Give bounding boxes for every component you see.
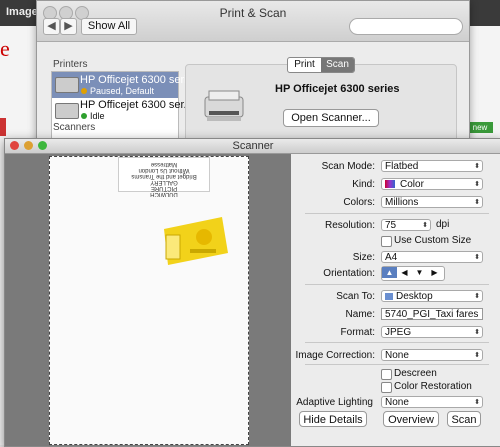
- scan-mode-label: Scan Mode:: [321, 161, 375, 172]
- forward-arrow-icon[interactable]: ▶: [60, 18, 77, 35]
- popup-arrow-icon: ⬍: [474, 293, 480, 300]
- printer-icon: [55, 103, 79, 119]
- receipt-image: DULWICH PICTURE GALLERY Bridget and the …: [118, 157, 210, 197]
- image-correction-select[interactable]: None ⬍: [381, 349, 483, 361]
- receipt-line: DULWICH: [150, 191, 178, 197]
- popup-arrow-icon: ⬍: [474, 163, 480, 170]
- orientation-label: Orientation:: [323, 268, 375, 279]
- kind-label: Kind:: [352, 179, 375, 190]
- kind-value: Color: [400, 179, 424, 190]
- browser-red-marker: [0, 118, 6, 136]
- yellow-ticket-image: [164, 217, 228, 265]
- scanner-device-icon: [204, 90, 244, 121]
- colors-label: Colors:: [343, 197, 375, 208]
- popup-arrow-icon: ⬍: [474, 254, 480, 261]
- new-badge: new: [467, 122, 493, 133]
- scan-button[interactable]: Scan: [447, 411, 481, 427]
- print-scan-window: Print & Scan ◀ ▶ Show All Printers HP Of…: [36, 0, 470, 156]
- popup-arrow-icon: ⬍: [474, 329, 480, 336]
- scan-to-value: Desktop: [396, 291, 433, 302]
- size-label: Size:: [352, 252, 375, 263]
- open-scanner-button[interactable]: Open Scanner...: [283, 109, 379, 127]
- hide-details-button[interactable]: Hide Details: [299, 411, 367, 427]
- scan-mode-value: Flatbed: [385, 161, 419, 172]
- descreen-checkbox[interactable]: [381, 369, 392, 380]
- popup-arrow-icon: ⬍: [474, 352, 480, 359]
- printer-name: HP Officejet 6300 series: [80, 74, 199, 86]
- printers-label: Printers: [53, 59, 88, 70]
- tab-scan[interactable]: Scan: [321, 58, 354, 72]
- popup-arrow-icon: ⬍: [474, 399, 480, 406]
- separator: [305, 213, 489, 214]
- custom-size-checkbox[interactable]: [381, 236, 392, 247]
- show-all-button[interactable]: Show All: [81, 18, 137, 35]
- scanner-titlebar: Scanner: [5, 139, 500, 154]
- paused-status-icon: [81, 88, 87, 94]
- browser-logo-fragment: e: [0, 36, 10, 61]
- printer-status: Paused, Default: [90, 86, 155, 96]
- overview-button[interactable]: Overview: [383, 411, 439, 427]
- scanner-window: Scanner DULWICH PICTURE GALLERY Bridget …: [4, 138, 500, 447]
- receipt-line: GALLERY: [150, 179, 178, 185]
- adaptive-lighting-label: Adaptive Lighting: [296, 397, 373, 408]
- size-value: A4: [385, 252, 398, 263]
- rotate-left-orientation-icon[interactable]: ◀: [397, 267, 412, 278]
- scan-mode-select[interactable]: Flatbed ⬍: [381, 160, 483, 172]
- orientation-control[interactable]: ▲ ◀ ▼ ▶: [381, 266, 445, 281]
- resolution-label: Resolution:: [324, 220, 375, 231]
- scan-to-select[interactable]: Desktop ⬍: [381, 290, 483, 302]
- format-label: Format:: [340, 327, 375, 338]
- receipt-line: PICTURE: [150, 185, 178, 191]
- upside-down-orientation-icon[interactable]: ▼: [412, 267, 427, 278]
- resolution-combo[interactable]: 75 ⬍: [381, 219, 431, 231]
- colors-value: Millions: [385, 197, 419, 208]
- separator: [305, 284, 489, 285]
- print-scan-tabs: Print Scan: [287, 57, 355, 73]
- folder-icon: [385, 293, 393, 300]
- printer-name: HP Officejet 6300 ser...: [80, 99, 193, 111]
- file-name-label: Name:: [345, 309, 375, 320]
- idle-status-icon: [81, 113, 87, 119]
- scanners-label: Scanners: [53, 122, 96, 133]
- search-field[interactable]: [349, 18, 463, 35]
- receipt-line: Without Us London Mattresse: [138, 161, 190, 173]
- scan-to-label: Scan To:: [336, 291, 375, 302]
- stepper-arrow-icon: ⬍: [422, 222, 428, 229]
- separator: [305, 342, 489, 343]
- back-arrow-icon[interactable]: ◀: [43, 18, 60, 35]
- color-restoration-label: Color Restoration: [394, 381, 472, 392]
- scanner-model-name: HP Officejet 6300 series: [275, 83, 400, 95]
- custom-size-label: Use Custom Size: [394, 235, 472, 246]
- adaptive-lighting-value: None: [385, 397, 409, 408]
- scanner-title: Scanner: [232, 140, 274, 152]
- image-correction-value: None: [385, 350, 409, 361]
- popup-arrow-icon: ⬍: [474, 199, 480, 206]
- descreen-label: Descreen: [394, 368, 437, 379]
- receipt-line: Bridget and the Transms: [131, 173, 197, 179]
- kind-select[interactable]: Color ⬍: [381, 178, 483, 190]
- portrait-orientation-icon[interactable]: ▲: [382, 267, 397, 278]
- colors-select[interactable]: Millions ⬍: [381, 196, 483, 208]
- resolution-unit: dpi: [436, 219, 450, 230]
- popup-arrow-icon: ⬍: [474, 181, 480, 188]
- rotate-right-orientation-icon[interactable]: ▶: [427, 267, 442, 278]
- adaptive-lighting-select[interactable]: None ⬍: [381, 396, 483, 408]
- printer-icon: [55, 77, 79, 93]
- color-restoration-checkbox[interactable]: [381, 382, 392, 393]
- image-correction-label: Image Correction:: [295, 350, 375, 361]
- file-name-input[interactable]: 5740_PGI_Taxi fares: [381, 308, 483, 320]
- scan-preview-area[interactable]: DULWICH PICTURE GALLERY Bridget and the …: [5, 154, 291, 446]
- printer-status: Idle: [90, 111, 105, 121]
- separator: [305, 364, 489, 365]
- size-select[interactable]: A4 ⬍: [381, 251, 483, 263]
- format-value: JPEG: [385, 327, 412, 338]
- scanned-page: DULWICH PICTURE GALLERY Bridget and the …: [49, 156, 249, 445]
- format-select[interactable]: JPEG ⬍: [381, 326, 483, 338]
- print-scan-titlebar: Print & Scan ◀ ▶ Show All: [37, 1, 469, 42]
- resolution-value: 75: [385, 220, 397, 231]
- tab-print[interactable]: Print: [288, 58, 321, 72]
- color-kind-icon: [385, 180, 395, 188]
